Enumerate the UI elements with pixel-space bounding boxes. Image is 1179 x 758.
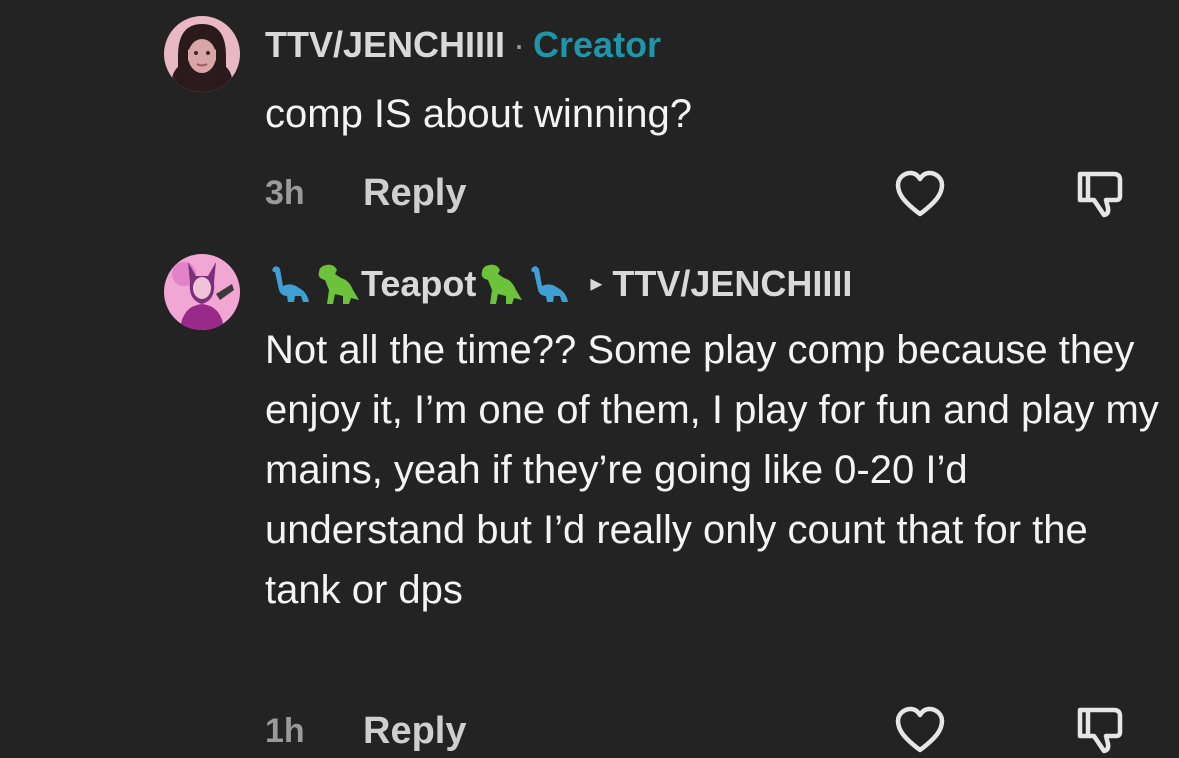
comment-text: Not all the time?? Some play comp becaus… <box>265 328 1159 612</box>
timestamp: 1h <box>265 711 305 750</box>
dinosaur-emoji-green <box>318 264 359 304</box>
comment-meta: 1h Reply <box>265 706 466 756</box>
dinosaur-emoji-blue <box>272 266 309 302</box>
heart-outline-icon <box>895 170 945 217</box>
comment-text: comp IS about winning? <box>265 92 692 136</box>
separator-dot: · <box>513 24 526 65</box>
timestamp: 3h <box>265 173 305 212</box>
username[interactable]: TTV/JENCHIIII <box>265 23 505 67</box>
dinosaur-emoji-blue <box>531 266 569 302</box>
comment-header: Teapot ▸ TTV/JENCHIIII <box>265 260 852 308</box>
like-button[interactable] <box>892 702 948 758</box>
dislike-button[interactable] <box>1072 166 1128 222</box>
username[interactable]: Teapot <box>361 262 476 306</box>
dislike-button[interactable] <box>1072 702 1128 758</box>
heart-outline-icon <box>895 706 945 753</box>
reply-button[interactable]: Reply <box>363 172 466 215</box>
dinosaur-emoji-green <box>481 264 523 304</box>
avatar[interactable] <box>164 16 240 92</box>
avatar[interactable] <box>164 254 240 330</box>
thumbs-down-outline-icon <box>1077 171 1123 218</box>
thumbs-down-outline-icon <box>1077 707 1123 754</box>
comment-item: Teapot ▸ TTV/JENCHIIII Not all the time?… <box>0 240 1179 755</box>
triangle-right-icon: ▸ <box>590 270 603 297</box>
comment-item: TTV/JENCHIIII · Creator comp IS about wi… <box>0 0 1179 240</box>
like-button[interactable] <box>892 166 948 222</box>
reply-button[interactable]: Reply <box>363 710 466 753</box>
reply-to-username[interactable]: TTV/JENCHIIII <box>612 262 852 306</box>
creator-badge: Creator <box>533 24 662 65</box>
comment-header: TTV/JENCHIIII · Creator <box>265 23 661 67</box>
comment-meta: 3h Reply <box>265 168 466 218</box>
